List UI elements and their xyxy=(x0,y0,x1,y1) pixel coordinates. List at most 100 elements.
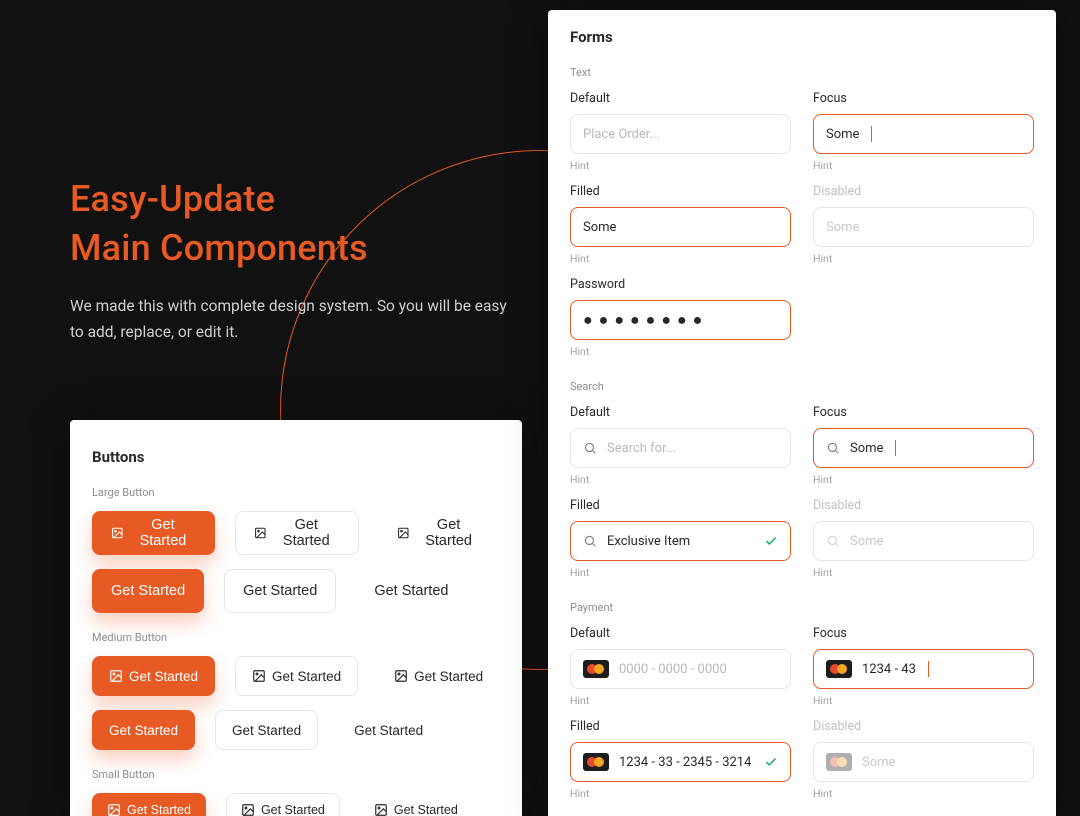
hint-text: Hint xyxy=(570,473,791,486)
get-started-button[interactable]: Get Started xyxy=(224,569,336,613)
field-label: Default xyxy=(570,405,791,420)
hint-text: Hint xyxy=(570,159,791,172)
small-button-label: Small Button xyxy=(92,768,500,781)
field-label: Filled xyxy=(570,719,791,734)
field-label: Default xyxy=(570,91,791,106)
search-field-grid: Default Search for... Hint Focus Some Hi… xyxy=(570,405,1034,579)
search-filled-input[interactable]: Exclusive Item xyxy=(570,521,791,561)
large-button-label: Large Button xyxy=(92,486,500,499)
text-filled-input[interactable]: Some xyxy=(570,207,791,247)
field-label: Focus xyxy=(813,626,1034,641)
field-label: Filled xyxy=(570,498,791,513)
search-icon xyxy=(826,534,840,548)
check-icon xyxy=(764,755,778,769)
text-field-grid: Default Place Order... Hint Focus Some H… xyxy=(570,91,1034,265)
mastercard-icon xyxy=(826,660,852,678)
text-disabled-input: Some xyxy=(813,207,1034,247)
text-default-input[interactable]: Place Order... xyxy=(570,114,791,154)
text-cursor xyxy=(871,126,872,142)
hint-text: Hint xyxy=(570,252,791,265)
buttons-panel: Buttons Large Button Get Started Get Sta… xyxy=(70,420,522,816)
search-focus-field: Focus Some Hint xyxy=(813,405,1034,486)
field-label: Disabled xyxy=(813,498,1034,513)
mastercard-icon xyxy=(583,660,609,678)
hint-text: Hint xyxy=(813,566,1034,579)
search-icon xyxy=(826,441,840,455)
get-started-button[interactable]: Get Started xyxy=(92,656,215,696)
payment-field-grid: Default 0000 - 0000 - 0000 Hint Focus 12… xyxy=(570,626,1034,800)
search-section-label: Search xyxy=(570,380,1034,393)
payment-filled-input[interactable]: 1234 - 33 - 2345 - 3214 xyxy=(570,742,791,782)
payment-disabled-field: Disabled Some Hint xyxy=(813,719,1034,800)
search-default-field: Default Search for... Hint xyxy=(570,405,791,486)
search-icon xyxy=(583,441,597,455)
field-label: Password xyxy=(570,277,791,292)
text-cursor xyxy=(895,440,896,456)
get-started-button[interactable]: Get Started xyxy=(92,511,215,555)
hint-text: Hint xyxy=(570,345,791,358)
get-started-button[interactable]: Get Started xyxy=(356,569,466,613)
password-input[interactable]: ●●●●●●●● xyxy=(570,300,791,340)
field-label: Default xyxy=(570,626,791,641)
hint-text: Hint xyxy=(813,694,1034,707)
payment-disabled-input: Some xyxy=(813,742,1034,782)
text-focus-field: Focus Some Hint xyxy=(813,91,1034,172)
get-started-button[interactable]: Get Started xyxy=(92,569,204,613)
payment-filled-field: Filled 1234 - 33 - 2345 - 3214 Hint xyxy=(570,719,791,800)
hint-text: Hint xyxy=(813,473,1034,486)
image-icon xyxy=(241,803,255,816)
field-label: Disabled xyxy=(813,719,1034,734)
image-icon xyxy=(394,669,408,683)
text-default-field: Default Place Order... Hint xyxy=(570,91,791,172)
get-started-button[interactable]: Get Started xyxy=(92,793,206,816)
get-started-button[interactable]: Get Started xyxy=(215,710,318,750)
field-label: Focus xyxy=(813,91,1034,106)
hero: Easy-Update Main Components We made this… xyxy=(70,175,510,345)
mastercard-icon xyxy=(826,753,852,771)
small-button-row-1: Get Started Get Started Get Started xyxy=(92,793,500,816)
medium-button-label: Medium Button xyxy=(92,631,500,644)
forms-panel: Forms Text Default Place Order... Hint F… xyxy=(548,10,1056,816)
forms-panel-title: Forms xyxy=(570,28,1034,46)
get-started-button[interactable]: Get Started xyxy=(235,656,358,696)
get-started-button[interactable]: Get Started xyxy=(360,793,472,816)
get-started-button[interactable]: Get Started xyxy=(226,793,340,816)
password-row: Password ●●●●●●●● Hint xyxy=(570,277,1034,358)
search-icon xyxy=(583,534,597,548)
hero-title-line2: Main Components xyxy=(70,227,368,269)
image-icon xyxy=(107,803,121,816)
hero-title: Easy-Update Main Components xyxy=(70,175,510,272)
get-started-button[interactable]: Get Started xyxy=(379,511,500,555)
search-focus-input[interactable]: Some xyxy=(813,428,1034,468)
payment-focus-input[interactable]: 1234 - 43 xyxy=(813,649,1034,689)
image-icon xyxy=(254,526,267,540)
hero-subtitle: We made this with complete design system… xyxy=(70,294,510,345)
search-default-input[interactable]: Search for... xyxy=(570,428,791,468)
check-icon xyxy=(764,534,778,548)
hint-text: Hint xyxy=(813,787,1034,800)
text-disabled-field: Disabled Some Hint xyxy=(813,184,1034,265)
medium-button-row-2: Get Started Get Started Get Started xyxy=(92,710,500,750)
text-cursor xyxy=(928,661,929,677)
payment-default-input[interactable]: 0000 - 0000 - 0000 xyxy=(570,649,791,689)
mastercard-icon xyxy=(583,753,609,771)
hint-text: Hint xyxy=(570,566,791,579)
password-field: Password ●●●●●●●● Hint xyxy=(570,277,791,358)
get-started-button[interactable]: Get Started xyxy=(235,511,358,555)
hint-text: Hint xyxy=(570,694,791,707)
get-started-button[interactable]: Get Started xyxy=(338,710,439,750)
text-section-label: Text xyxy=(570,66,1034,79)
hero-title-line1: Easy-Update xyxy=(70,178,275,220)
hint-text: Hint xyxy=(813,252,1034,265)
text-filled-field: Filled Some Hint xyxy=(570,184,791,265)
get-started-button[interactable]: Get Started xyxy=(92,710,195,750)
get-started-button[interactable]: Get Started xyxy=(378,656,499,696)
search-disabled-input: Some xyxy=(813,521,1034,561)
text-focus-input[interactable]: Some xyxy=(813,114,1034,154)
search-filled-field: Filled Exclusive Item Hint xyxy=(570,498,791,579)
hint-text: Hint xyxy=(570,787,791,800)
image-icon xyxy=(374,803,388,816)
payment-section-label: Payment xyxy=(570,601,1034,614)
field-label: Focus xyxy=(813,405,1034,420)
large-button-row-2: Get Started Get Started Get Started xyxy=(92,569,500,613)
